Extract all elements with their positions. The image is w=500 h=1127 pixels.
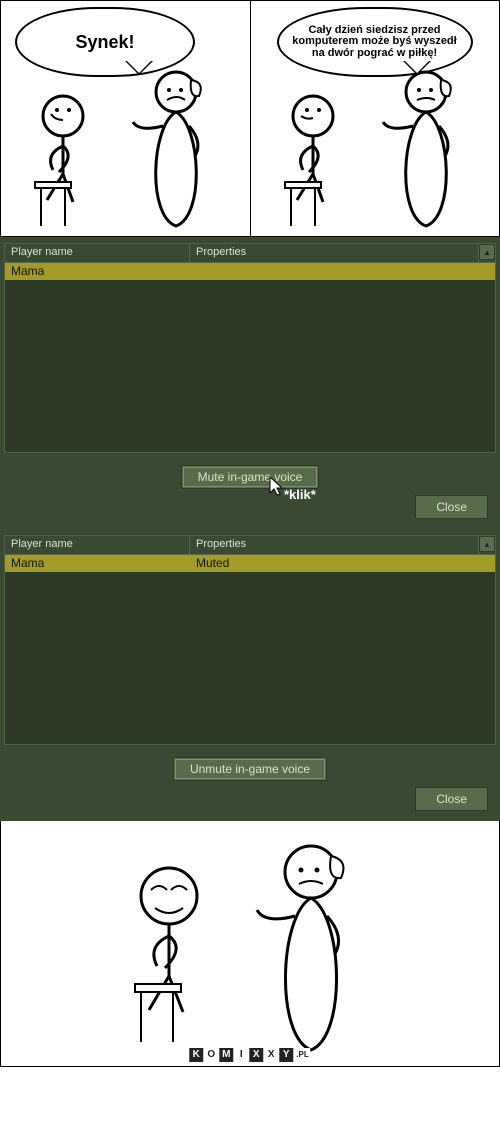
wm-letter: M — [219, 1048, 233, 1062]
wm-letter: K — [189, 1048, 203, 1062]
comic-bottom: K O M I X X Y .PL — [0, 821, 500, 1067]
list-header: Player name Properties ▲ — [5, 244, 495, 263]
col-player-name[interactable]: Player name — [5, 536, 190, 554]
comic-panel-1: Synek! — [1, 1, 250, 236]
row-properties — [190, 263, 495, 280]
mute-button[interactable]: Mute in-game voice — [181, 465, 320, 489]
wm-letter: X — [264, 1048, 278, 1062]
wm-letter: X — [249, 1048, 263, 1062]
klik-label: *klik* — [284, 487, 316, 502]
comic-top: Synek! — [0, 0, 500, 237]
col-properties[interactable]: Properties — [190, 536, 479, 554]
row-player-name: Mama — [5, 555, 190, 572]
scroll-up-icon[interactable]: ▲ — [479, 244, 495, 260]
wm-letter: O — [204, 1048, 218, 1062]
row-player-name: Mama — [5, 263, 190, 280]
wm-letter: I — [234, 1048, 248, 1062]
unmute-button[interactable]: Unmute in-game voice — [173, 757, 327, 781]
speech-text-1: Synek! — [75, 33, 134, 52]
wm-suffix: .PL — [294, 1048, 310, 1062]
figures-panel-2 — [251, 76, 500, 236]
kid-figure — [261, 86, 381, 236]
col-properties[interactable]: Properties — [190, 244, 479, 262]
game-dialog-1: Player name Properties ▲ Mama Mute in-ga… — [0, 237, 500, 529]
player-list-1[interactable]: Player name Properties ▲ Mama — [4, 243, 496, 453]
wm-letter: Y — [279, 1048, 293, 1062]
mom-figure — [251, 840, 381, 1060]
figures-panel-1 — [1, 76, 250, 236]
game-dialog-2: Player name Properties ▲ Mama Muted Unmu… — [0, 529, 500, 821]
close-button-2[interactable]: Close — [415, 787, 488, 811]
watermark: K O M I X X Y .PL — [189, 1048, 310, 1062]
player-row[interactable]: Mama Muted — [5, 555, 495, 572]
unmute-button-row: Unmute in-game voice — [4, 757, 496, 781]
player-list-2[interactable]: Player name Properties ▲ Mama Muted — [4, 535, 496, 745]
speech-text-2: Cały dzień siedzisz przed komputerem moż… — [287, 25, 463, 60]
player-row[interactable]: Mama — [5, 263, 495, 280]
mom-figure — [371, 66, 481, 236]
kid-serene-figure — [111, 856, 261, 1056]
mom-figure — [121, 66, 231, 236]
kid-figure — [11, 86, 131, 236]
row-properties: Muted — [190, 555, 495, 572]
scroll-up-icon[interactable]: ▲ — [479, 536, 495, 552]
col-player-name[interactable]: Player name — [5, 244, 190, 262]
list-header: Player name Properties ▲ — [5, 536, 495, 555]
close-button-1[interactable]: Close — [415, 495, 488, 519]
comic-panel-2: Cały dzień siedzisz przed komputerem moż… — [250, 1, 500, 236]
mute-button-row: Mute in-game voice *klik* — [4, 465, 496, 489]
